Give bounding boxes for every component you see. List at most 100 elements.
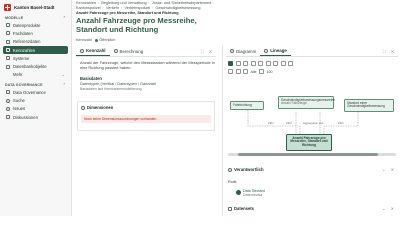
- layout-button[interactable]: [228, 61, 233, 66]
- breadcrumb-item[interactable]: Kantonspolizei: [76, 6, 101, 10]
- horizontal-scrollbar[interactable]: [228, 153, 396, 156]
- lineage-icon: [264, 48, 269, 53]
- steward-heading: Verantwortlich: [234, 167, 264, 172]
- avatar: [236, 190, 241, 195]
- info-icon: [80, 48, 84, 53]
- section-models[interactable]: MODELLE ⌃: [0, 14, 71, 21]
- refresh-button[interactable]: [280, 61, 286, 66]
- breadcrumb-item[interactable]: Begleitung und Verwaltung: [101, 1, 146, 5]
- description: Anzahl der Fahrzeuge, welche den Messsta…: [80, 60, 215, 70]
- database-icon: [6, 64, 10, 69]
- collapse-icon[interactable]: ⌃: [63, 83, 66, 87]
- pane-divider[interactable]: [222, 46, 223, 216]
- breadcrumb-item[interactable]: Justiz- und Sicherheitsdepartement: [152, 1, 212, 5]
- sidebar-item-data-governance[interactable]: Data Governance: [3, 88, 68, 96]
- status-label: Öffentlich: [99, 38, 116, 42]
- breadcrumb-item[interactable]: Verkehr: [106, 6, 119, 10]
- section-controls[interactable]: ⌄ ✕: [382, 167, 396, 172]
- link-button[interactable]: [243, 69, 248, 74]
- section-controls[interactable]: ⌄ ✕: [382, 206, 396, 211]
- sidebar-item-mehr[interactable]: Mehr ⌄: [3, 71, 68, 79]
- sidebar-item-label: Diskussionen: [13, 114, 38, 120]
- left-tabs: Kennzahl Berechnung ⛶ ✕: [76, 46, 216, 57]
- brand[interactable]: Kanton Basel-Stadt: [0, 0, 71, 14]
- sidebar-item-label: Data Governance: [13, 89, 46, 95]
- lineage-node[interactable]: Fahrtrichtung: [230, 101, 264, 110]
- sidebar-item-label: Referenzdaten: [13, 39, 41, 45]
- sidebar-item-label: Fachdaten: [13, 30, 33, 36]
- tab-diagramm[interactable]: Diagramm: [226, 46, 260, 56]
- sidebar-item-suche[interactable]: Suche: [3, 96, 68, 104]
- lineage-node-current[interactable]: Anzahl Fahrzeuge pro Messreihe, Standort…: [286, 134, 332, 151]
- sidebar-item-diskussionen[interactable]: Diskussionen: [3, 113, 68, 121]
- depth-value[interactable]: 100: [267, 70, 273, 74]
- dimensions-heading: Dimensionen: [87, 105, 114, 110]
- filter-button[interactable]: [235, 61, 241, 66]
- sidebar-item-label: Issues: [13, 106, 26, 112]
- edge: [247, 110, 301, 134]
- scrollbar-thumb[interactable]: [238, 153, 378, 156]
- zoom-in-button[interactable]: [243, 61, 248, 66]
- datasets-heading: Datensets: [234, 206, 255, 211]
- lineage-canvas[interactable]: Zähl Zähl Aggregation aus Zähl Fahrtrich…: [228, 82, 396, 154]
- globe-icon: [94, 38, 98, 42]
- page-title: Anzahl Fahrzeuge pro Messreihe, Standort…: [76, 16, 197, 34]
- source-heading: Basisdaten: [80, 76, 102, 81]
- chart-icon: [6, 48, 10, 53]
- chat-icon: [6, 115, 10, 120]
- collapse-button[interactable]: [273, 61, 278, 66]
- sidebar-item-datenprodukte[interactable]: Datenprodukte: [3, 21, 68, 29]
- edge-label: Zähl: [338, 121, 344, 125]
- shield-icon: [6, 90, 10, 95]
- node-label: Anzahl Fahrzeuge pro Messreihe, Standort…: [290, 135, 328, 148]
- breadcrumb-item[interactable]: Geschwindigkeitsmessung: [156, 6, 201, 10]
- datasets-section[interactable]: Datensets: [228, 206, 254, 211]
- section-models-label: MODELLE: [5, 16, 24, 20]
- collapse-icon[interactable]: ⌃: [63, 16, 66, 20]
- tab-lineage[interactable]: Lineage: [260, 46, 291, 56]
- sidebar-item-fachdaten[interactable]: Fachdaten: [3, 29, 68, 37]
- breadcrumb: Kennzahlen › Begleitung und Verwaltung › J…: [76, 1, 212, 15]
- sidebar-item-referenzdaten[interactable]: Referenzdaten: [3, 38, 68, 46]
- pane-controls[interactable]: ⛶ ✕: [201, 49, 214, 54]
- center-button[interactable]: [228, 69, 233, 74]
- type-label: Kennzahl: [76, 38, 92, 42]
- chevron-down-icon: ⌄: [61, 72, 65, 78]
- tab-label: Kennzahl: [86, 48, 106, 53]
- dimensions-alert: Noch keine Dimensionszuordnungen vorhand…: [81, 115, 211, 123]
- dimension-icon: [81, 105, 85, 110]
- tab-kennzahl[interactable]: Kennzahl: [76, 46, 110, 56]
- server-icon: [6, 56, 10, 61]
- sidebar-item-label: Mehr: [13, 72, 23, 78]
- tab-berechnung[interactable]: Berechnung: [110, 46, 148, 56]
- edge-label: Aggregation aus: [303, 121, 324, 125]
- expand-button[interactable]: [265, 61, 271, 66]
- zoom-out-button[interactable]: [250, 61, 256, 66]
- lineage-node[interactable]: Geschwindigkeitsmessungsmessreihe Anzahl…: [278, 96, 335, 109]
- dataset-icon: [228, 206, 232, 211]
- source-note: Basisdaten laut Kennzahlenmodellierung: [80, 87, 142, 91]
- pane-controls[interactable]: ⛶ ✕: [383, 49, 396, 54]
- sidebar-item-datenbankobjekte[interactable]: Datenbankobjekte: [3, 62, 68, 70]
- page-meta: Kennzahl Öffentlich: [76, 38, 115, 42]
- scope-label[interactable]: Alle: [251, 70, 257, 74]
- lineage-node[interactable]: Standort einer Geschwindigkeitsmessung: [344, 99, 394, 112]
- fit-button[interactable]: [258, 61, 263, 66]
- sidebar-item-kennzahlen[interactable]: Kennzahlen: [3, 45, 68, 55]
- steward-person[interactable]: Data Steward Datenrevisa: [236, 189, 265, 198]
- steward-section[interactable]: Verantwortlich: [228, 167, 264, 172]
- tab-label: Berechnung: [119, 48, 144, 54]
- sidebar-item-systeme[interactable]: Systeme: [3, 54, 68, 62]
- sidebar-item-issues[interactable]: Issues: [3, 105, 68, 113]
- sidebar-item-label: Systeme: [13, 55, 30, 61]
- right-tabs: Diagramm Lineage ⛶ ✕: [226, 46, 398, 57]
- brand-name: Kanton Basel-Stadt: [14, 4, 55, 10]
- source-value[interactable]: Datentypen (Vertikal / Datentypen / Ganz…: [80, 82, 156, 86]
- tab-label: Diagramm: [236, 48, 257, 54]
- tab-label: Lineage: [270, 48, 287, 53]
- edit-button[interactable]: [235, 69, 241, 74]
- breadcrumb-item[interactable]: Verkehrspolizei: [124, 6, 150, 10]
- section-governance[interactable]: DATA GOVERNANCE ⌃: [0, 81, 71, 88]
- breadcrumb-item[interactable]: Kennzahlen: [76, 1, 96, 5]
- download-button[interactable]: [288, 61, 293, 66]
